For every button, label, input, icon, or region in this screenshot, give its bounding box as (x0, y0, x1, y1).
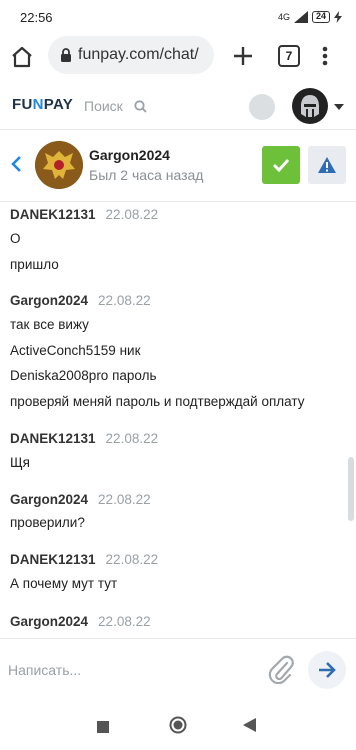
lock-icon (61, 48, 71, 62)
scrollbar[interactable] (348, 457, 354, 521)
contact-last-seen: Был 2 часа назад (89, 167, 204, 183)
funpay-logo[interactable]: FUNPAY (12, 96, 73, 113)
message-date: 22.08.22 (105, 552, 159, 567)
warning-triangle-icon (318, 157, 336, 173)
paperclip-icon[interactable] (268, 654, 294, 689)
home-icon[interactable] (10, 46, 34, 68)
send-button[interactable] (308, 651, 346, 689)
message-text: пришло (10, 257, 59, 272)
helmet-icon (301, 95, 319, 117)
checkmark-icon (272, 158, 290, 172)
report-button[interactable] (308, 146, 346, 184)
confirm-order-button[interactable] (262, 146, 300, 184)
message-text: так все вижу (10, 317, 89, 332)
url-text: funpay.com/chat/ (78, 46, 199, 63)
signal-icon (293, 11, 308, 23)
tab-switcher-button[interactable]: 7 (278, 45, 300, 67)
message-author: DANEK12131 22.08.22 (10, 552, 159, 567)
contact-avatar[interactable] (35, 141, 83, 189)
system-nav-bar (0, 702, 356, 750)
double-eagle-emblem-icon (35, 141, 83, 189)
url-bar[interactable]: funpay.com/chat/ (48, 36, 214, 74)
status-time: 22:56 (20, 9, 53, 25)
message-text: Deniska2008pro пароль (10, 368, 157, 383)
arrow-right-icon (319, 662, 336, 678)
message-author: Gargon2024 22.08.22 (10, 492, 151, 507)
recents-square-icon[interactable] (97, 720, 109, 738)
message-text: О (10, 231, 21, 246)
message-date: 22.08.22 (105, 431, 159, 446)
contact-name[interactable]: Gargon2024 (89, 147, 170, 163)
battery-level: 24 (311, 11, 330, 23)
message-text: проверили? (10, 515, 85, 530)
status-icons: 4G 24 (278, 11, 342, 23)
back-chevron-icon[interactable] (10, 155, 22, 173)
message-author: DANEK12131 22.08.22 (10, 207, 159, 222)
message-text: проверяй меняй пароль и подтверждай опла… (10, 394, 305, 409)
message-date: 22.08.22 (98, 492, 151, 507)
back-triangle-icon[interactable] (243, 718, 256, 737)
home-circle-icon[interactable] (169, 716, 187, 739)
chat-bubble-icon[interactable] (249, 94, 275, 120)
message-date: 22.08.22 (98, 293, 151, 308)
tab-count: 7 (285, 49, 293, 63)
avatar[interactable] (292, 88, 328, 124)
message-date: 22.08.22 (98, 614, 151, 629)
browser-toolbar: funpay.com/chat/ 7 (0, 34, 356, 80)
site-header: FUNPAY Поиск (0, 84, 356, 130)
message-list[interactable]: DANEK12131 22.08.22 О пришло Gargon2024 22… (0, 202, 356, 638)
caret-down-icon[interactable] (334, 104, 344, 110)
charging-icon (334, 11, 342, 23)
search-label[interactable]: Поиск (84, 98, 123, 114)
message-input[interactable] (8, 653, 258, 687)
message-date: 22.08.22 (105, 207, 159, 222)
new-tab-icon[interactable] (233, 46, 253, 66)
message-text: А почему мут тут (10, 576, 118, 591)
message-author: DANEK12131 22.08.22 (10, 431, 159, 446)
network-label: 4G (277, 12, 290, 22)
message-author: Gargon2024 22.08.22 (10, 614, 151, 629)
search-icon[interactable] (134, 100, 147, 113)
status-bar: 22:56 4G 24 (0, 0, 356, 34)
overflow-menu-icon[interactable] (322, 46, 328, 66)
message-text: Щя (10, 455, 30, 470)
message-text: ActiveConch5159 ник (10, 343, 141, 358)
message-author: Gargon2024 22.08.22 (10, 293, 151, 308)
